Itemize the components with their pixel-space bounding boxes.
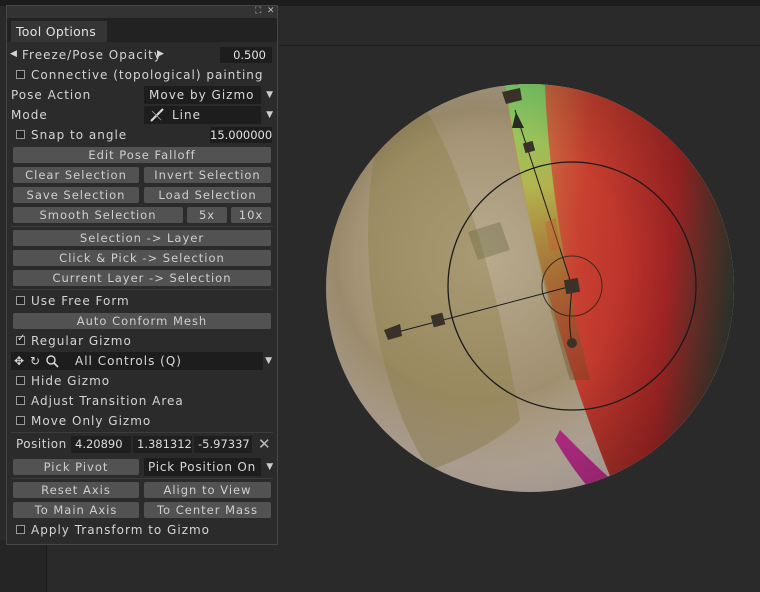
move-only-gizmo-checkbox[interactable] — [16, 416, 25, 425]
edit-pose-falloff-button[interactable]: Edit Pose Falloff — [13, 147, 271, 163]
smooth-selection-button[interactable]: Smooth Selection — [13, 207, 183, 223]
apply-transform-checkbox[interactable] — [16, 525, 25, 534]
divider — [11, 478, 273, 479]
load-selection-button[interactable]: Load Selection — [144, 187, 271, 203]
mode-value: Line — [172, 108, 202, 122]
pose-action-label: Pose Action — [11, 88, 92, 102]
position-label: Position — [16, 437, 67, 451]
chevron-down-icon: ▼ — [265, 356, 273, 366]
pick-pivot-row: Pick Pivot Pick Position On ▼ — [7, 457, 277, 477]
regular-gizmo-checkbox[interactable] — [16, 333, 25, 345]
hide-gizmo-checkbox[interactable] — [16, 376, 25, 385]
apply-transform-label: Apply Transform to Gizmo — [31, 523, 211, 537]
save-selection-button[interactable]: Save Selection — [13, 187, 139, 203]
move-only-gizmo-row: Move Only Gizmo — [7, 411, 277, 431]
click-pick-row: Click & Pick -> Selection — [7, 248, 277, 268]
selection-to-layer-button[interactable]: Selection -> Layer — [13, 230, 271, 246]
chevron-down-icon: ▼ — [266, 462, 274, 472]
freeze-opacity-row: ◀ Freeze/Pose Opacity ▶ 0.500 — [7, 45, 277, 65]
selection-row-1: Clear Selection Invert Selection — [7, 165, 277, 185]
invert-selection-button[interactable]: Invert Selection — [144, 167, 271, 183]
freeze-opacity-field[interactable]: 0.500 — [220, 47, 272, 63]
align-to-view-button[interactable]: Align to View — [144, 482, 271, 498]
connective-checkbox[interactable] — [16, 70, 25, 79]
axis-row: Reset Axis Align to View — [7, 480, 277, 500]
hide-gizmo-label: Hide Gizmo — [31, 374, 111, 388]
increment-arrow-icon[interactable]: ▶ — [157, 49, 165, 59]
connective-label: Connective (topological) painting — [31, 68, 264, 82]
divider — [11, 226, 273, 227]
tab-bar: Tool Options — [7, 18, 277, 42]
move-only-gizmo-label: Move Only Gizmo — [31, 414, 152, 428]
position-x-field[interactable]: 4.20890 — [71, 436, 131, 453]
adjust-transition-label: Adjust Transition Area — [31, 394, 184, 408]
mode-label: Mode — [11, 108, 48, 122]
mode-dropdown[interactable]: Line ▼ — [144, 106, 273, 124]
to-main-axis-button[interactable]: To Main Axis — [13, 502, 139, 518]
pose-action-dropdown[interactable]: Move by Gizmo ▼ — [144, 86, 273, 104]
main-axis-row: To Main Axis To Center Mass — [7, 500, 277, 520]
rotate-icon: ↻ — [30, 354, 42, 368]
smooth-5x-button[interactable]: 5x — [187, 207, 227, 223]
panel-titlebar[interactable]: ⛶ ✕ — [7, 6, 277, 18]
edit-pose-row: Edit Pose Falloff — [7, 145, 277, 165]
regular-gizmo-label: Regular Gizmo — [31, 334, 132, 348]
pose-action-value: Move by Gizmo — [149, 88, 255, 102]
use-free-form-label: Use Free Form — [31, 294, 130, 308]
snap-angle-field[interactable]: 15.000000 — [210, 127, 272, 143]
to-center-mass-button[interactable]: To Center Mass — [144, 502, 271, 518]
selection-layer-row: Selection -> Layer — [7, 228, 277, 248]
auto-conform-mesh-button[interactable]: Auto Conform Mesh — [13, 313, 271, 329]
line-mode-icon — [150, 108, 164, 122]
divider — [11, 289, 273, 290]
decrement-arrow-icon[interactable]: ◀ — [10, 49, 18, 59]
current-layer-selection-button[interactable]: Current Layer -> Selection — [13, 270, 271, 286]
tool-options-panel: ⛶ ✕ Tool Options ◀ Freeze/Pose Opacity ▶… — [6, 5, 278, 545]
selection-row-2: Save Selection Load Selection — [7, 185, 277, 205]
move-icon: ✥ — [14, 354, 26, 368]
hide-gizmo-row: Hide Gizmo — [7, 371, 277, 391]
adjust-transition-checkbox[interactable] — [16, 396, 25, 405]
use-free-form-checkbox[interactable] — [16, 296, 25, 305]
close-icon[interactable]: ✕ — [267, 6, 275, 17]
position-row: Position 4.20890 1.381312 -5.97337 ✕ — [7, 434, 277, 454]
current-layer-row: Current Layer -> Selection — [7, 268, 277, 288]
use-free-form-row: Use Free Form — [7, 291, 277, 311]
smooth-10x-button[interactable]: 10x — [231, 207, 271, 223]
snap-label: Snap to angle — [31, 128, 128, 142]
chevron-down-icon: ▼ — [266, 90, 274, 100]
chevron-down-icon: ▼ — [266, 110, 274, 120]
pick-position-value: Pick Position On — [148, 460, 257, 474]
divider — [11, 432, 273, 433]
pin-icon[interactable]: ⛶ — [255, 6, 261, 17]
click-pick-selection-button[interactable]: Click & Pick -> Selection — [13, 250, 271, 266]
regular-gizmo-row: Regular Gizmo — [7, 331, 277, 351]
clear-selection-button[interactable]: Clear Selection — [13, 167, 139, 183]
connective-row: Connective (topological) painting — [7, 65, 277, 85]
pick-position-dropdown[interactable]: Pick Position On ▼ — [144, 458, 273, 476]
adjust-transition-row: Adjust Transition Area — [7, 391, 277, 411]
scale-icon — [46, 355, 59, 368]
snap-row: Snap to angle 15.000000 — [7, 125, 277, 145]
apply-transform-row: Apply Transform to Gizmo — [7, 520, 277, 540]
freeze-opacity-label: Freeze/Pose Opacity — [22, 48, 162, 62]
snap-checkbox[interactable] — [16, 130, 25, 139]
close-icon[interactable]: ✕ — [258, 435, 272, 453]
controls-value: All Controls (Q) — [75, 354, 182, 368]
position-z-field[interactable]: -5.97337 — [194, 436, 252, 453]
auto-conform-row: Auto Conform Mesh — [7, 311, 277, 331]
smooth-row: Smooth Selection 5x 10x — [7, 205, 277, 225]
pose-action-row: Pose Action Move by Gizmo ▼ — [7, 85, 277, 105]
tab-tool-options[interactable]: Tool Options — [11, 21, 107, 42]
position-y-field[interactable]: 1.381312 — [133, 436, 192, 453]
mode-row: Mode Line ▼ — [7, 105, 277, 125]
controls-dropdown[interactable]: ✥ ↻ All Controls (Q) ▼ — [11, 352, 272, 370]
pick-pivot-button[interactable]: Pick Pivot — [13, 459, 139, 475]
controls-row: ✥ ↻ All Controls (Q) ▼ — [7, 351, 277, 371]
reset-axis-button[interactable]: Reset Axis — [13, 482, 139, 498]
